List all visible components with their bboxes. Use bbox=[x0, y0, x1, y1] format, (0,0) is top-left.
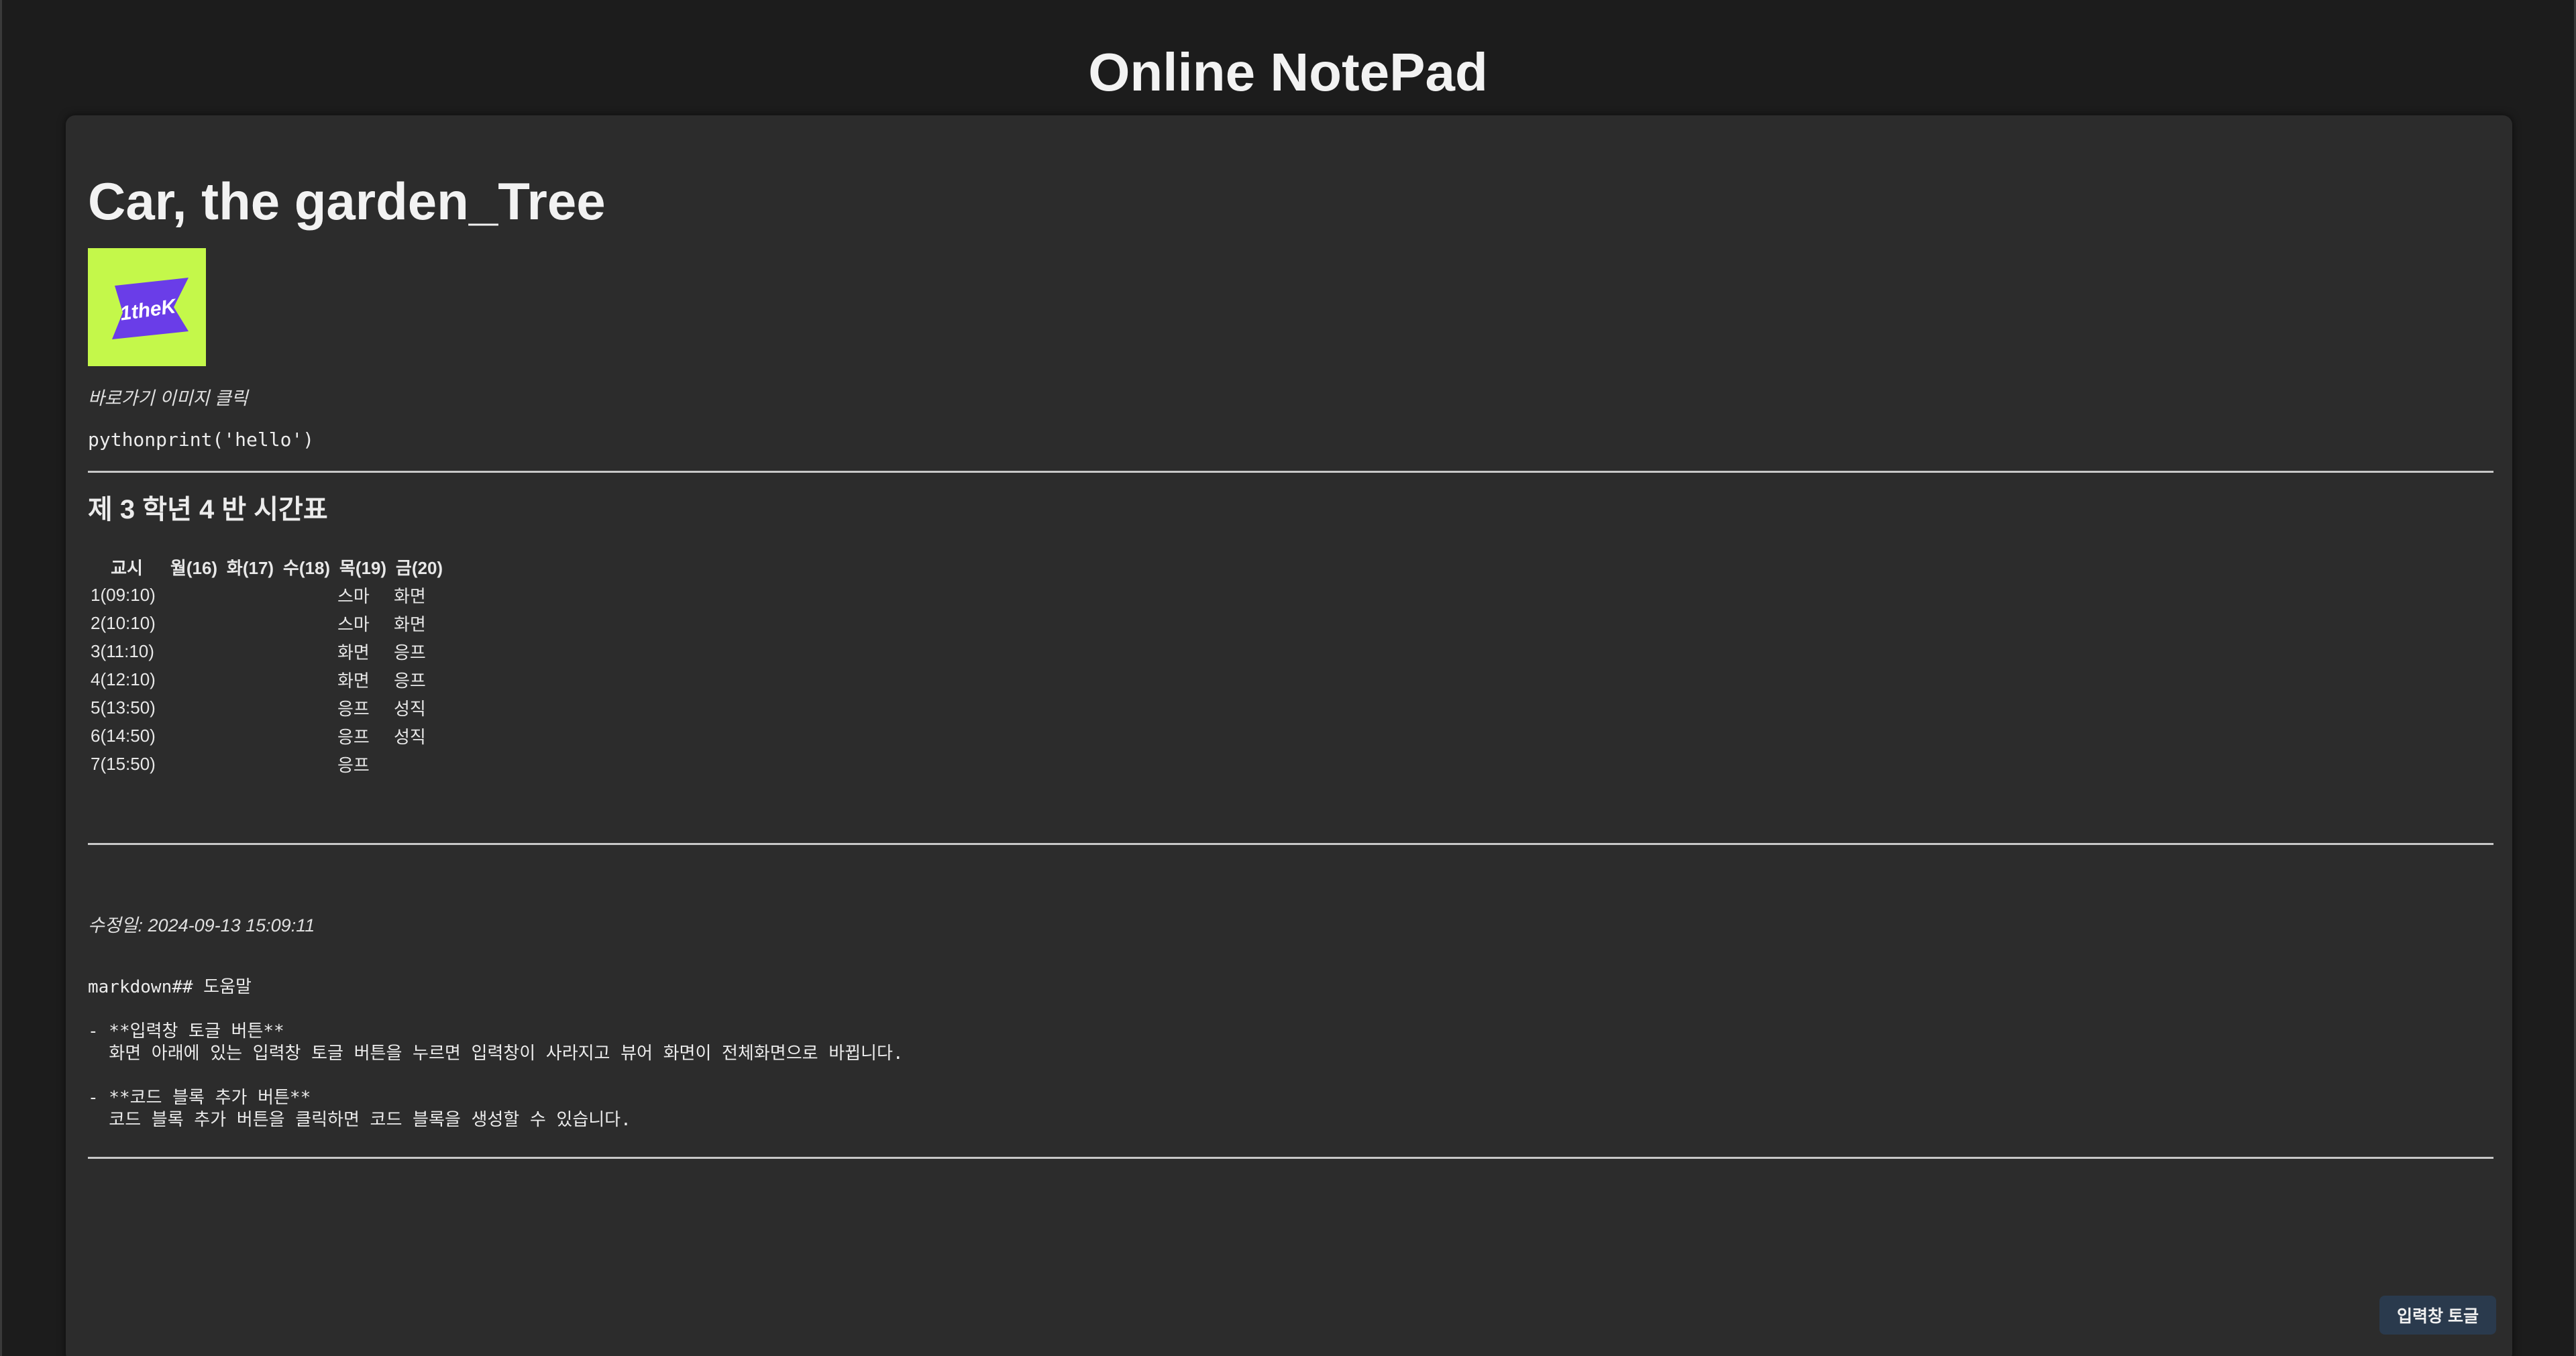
table-cell bbox=[278, 693, 335, 722]
table-cell bbox=[278, 750, 335, 778]
timetable-header-row: 교시 월(16) 화(17) 수(18) 목(19) 금(20) bbox=[88, 553, 447, 581]
table-cell bbox=[222, 693, 278, 722]
table-row: 5(13:50) 응프 성직 bbox=[88, 693, 447, 722]
document-title: Car, the garden_Tree bbox=[88, 172, 606, 231]
table-cell: 5(13:50) bbox=[91, 697, 156, 718]
table-cell: 화면 bbox=[337, 670, 370, 691]
table-cell bbox=[166, 637, 222, 665]
table-row: 6(14:50) 응프 성직 bbox=[88, 722, 447, 750]
table-cell: 응프 bbox=[337, 698, 370, 719]
header-wed: 수(18) bbox=[282, 557, 331, 578]
table-cell: 화면 bbox=[337, 642, 370, 663]
code-line: pythonprint('hello') bbox=[88, 429, 315, 451]
table-cell: 1(09:10) bbox=[91, 584, 156, 605]
table-cell: 스마 bbox=[337, 585, 370, 606]
help-code-block: markdown## 도움말 - **입력창 토글 버튼** 화면 아래에 있는… bbox=[88, 977, 904, 1130]
table-row: 4(12:10) 화면 응프 bbox=[88, 665, 447, 693]
divider bbox=[88, 471, 2493, 473]
table-cell bbox=[166, 693, 222, 722]
table-cell: 화면 bbox=[394, 585, 426, 606]
header-mon: 월(16) bbox=[170, 557, 218, 578]
header-fri: 금(20) bbox=[395, 557, 443, 578]
logo-image-link[interactable]: 1theK bbox=[88, 248, 206, 366]
table-cell: 3(11:10) bbox=[91, 640, 154, 661]
table-cell bbox=[278, 637, 335, 665]
table-cell bbox=[166, 581, 222, 609]
toggle-input-button[interactable]: 입력창 토글 bbox=[2379, 1296, 2496, 1335]
table-cell bbox=[166, 750, 222, 778]
table-row: 1(09:10) 스마 화면 bbox=[88, 581, 447, 609]
table-cell bbox=[278, 609, 335, 637]
table-cell: 응프 bbox=[394, 670, 426, 691]
table-cell bbox=[166, 722, 222, 750]
timetable: 교시 월(16) 화(17) 수(18) 목(19) 금(20) 1(09:10… bbox=[88, 553, 447, 778]
table-cell: 2(10:10) bbox=[91, 612, 156, 633]
table-row: 7(15:50) 응프 bbox=[88, 750, 447, 778]
table-cell bbox=[222, 665, 278, 693]
header-tue: 화(17) bbox=[226, 557, 274, 578]
table-cell bbox=[222, 609, 278, 637]
header-period: 교시 bbox=[111, 557, 143, 578]
header-thu: 목(19) bbox=[339, 557, 387, 578]
divider bbox=[88, 843, 2493, 845]
logo-caption: 바로가기 이미지 클릭 bbox=[88, 388, 248, 408]
table-cell bbox=[278, 581, 335, 609]
table-cell bbox=[222, 750, 278, 778]
table-cell: 4(12:10) bbox=[91, 669, 156, 689]
table-cell bbox=[391, 750, 447, 778]
notepad-app: Online NotePad Car, the garden_Tree 1the… bbox=[0, 0, 2576, 1356]
timetable-heading: 제 3 학년 4 반 시간표 bbox=[88, 495, 328, 524]
app-title: Online NotePad bbox=[1088, 42, 1488, 102]
table-cell: 6(14:50) bbox=[91, 725, 156, 746]
table-cell: 성직 bbox=[394, 726, 426, 747]
table-cell: 화면 bbox=[394, 614, 426, 634]
table-cell: 성직 bbox=[394, 698, 426, 719]
table-cell bbox=[222, 581, 278, 609]
table-row: 3(11:10) 화면 응프 bbox=[88, 637, 447, 665]
divider bbox=[88, 1157, 2493, 1159]
table-cell bbox=[278, 665, 335, 693]
table-row: 2(10:10) 스마 화면 bbox=[88, 609, 447, 637]
table-cell bbox=[166, 609, 222, 637]
table-cell bbox=[222, 637, 278, 665]
table-cell: 응프 bbox=[394, 642, 426, 663]
table-cell: 스마 bbox=[337, 614, 370, 634]
table-cell: 응프 bbox=[337, 754, 370, 775]
1thek-logo-image: 1theK bbox=[88, 248, 206, 366]
table-cell: 응프 bbox=[337, 726, 370, 747]
table-cell bbox=[222, 722, 278, 750]
table-cell bbox=[278, 722, 335, 750]
table-cell: 7(15:50) bbox=[91, 753, 156, 774]
table-cell bbox=[166, 665, 222, 693]
modified-date: 수정일: 2024-09-13 15:09:11 bbox=[88, 915, 315, 936]
markdown-viewer: Car, the garden_Tree 1theK 바로가기 이미지 클릭 p… bbox=[66, 115, 2512, 1356]
